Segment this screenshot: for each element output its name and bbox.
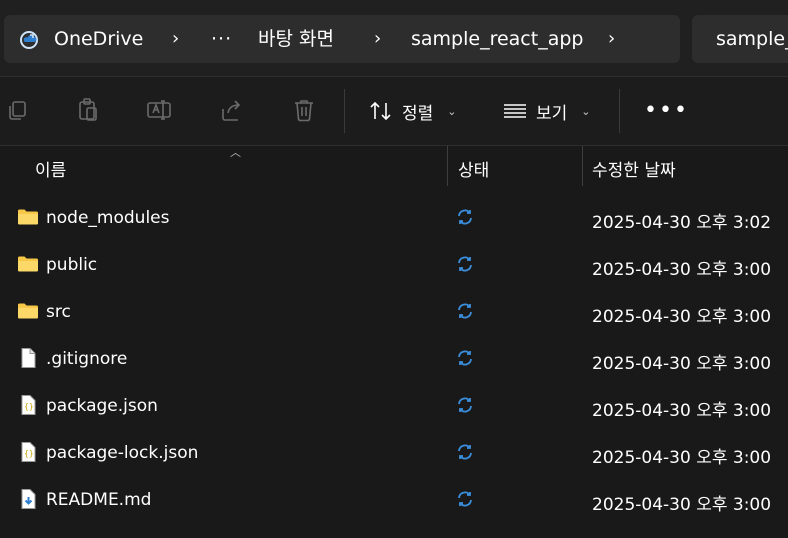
list-item[interactable]: {} package-lock.json 2025-04-30 오후 3:00 [0, 431, 788, 478]
list-item[interactable]: public 2025-04-30 오후 3:00 [0, 243, 788, 290]
modified-date: 2025-04-30 오후 3:00 [592, 495, 772, 515]
file-name: .gitignore [46, 349, 128, 369]
breadcrumb-current-folder[interactable]: sample_react_app [411, 27, 583, 51]
breadcrumb-chevron-icon[interactable]: › [172, 27, 179, 51]
share-button[interactable] [218, 96, 246, 124]
sync-icon [458, 303, 472, 319]
sync-icon [458, 491, 472, 507]
delete-button[interactable] [290, 96, 318, 124]
toolbar-divider [344, 89, 345, 133]
list-item[interactable]: node_modules 2025-04-30 오후 3:02 [0, 196, 788, 243]
breadcrumb-chevron-icon[interactable]: › [374, 27, 381, 51]
rename-icon [147, 100, 171, 120]
view-button[interactable]: 보기 ⌄ [502, 97, 591, 125]
breadcrumb-overflow[interactable]: ··· [211, 27, 232, 51]
sync-icon [458, 350, 472, 366]
breadcrumb-desktop[interactable]: 바탕 화면 [258, 27, 334, 51]
svg-text:{}: {} [24, 449, 34, 458]
svg-text:{}: {} [24, 402, 34, 411]
breadcrumb-chevron-icon[interactable]: › [608, 27, 615, 51]
list-item[interactable]: .gitignore 2025-04-30 오후 3:00 [0, 337, 788, 384]
sync-icon [458, 444, 472, 460]
column-header: ︿ 이름 상태 수정한 날짜 [0, 146, 788, 188]
rename-button[interactable] [145, 96, 173, 124]
file-name: README.md [46, 490, 152, 510]
column-divider[interactable] [582, 146, 583, 186]
onedrive-icon [20, 31, 38, 49]
delete-icon [295, 100, 313, 122]
paste-icon [79, 98, 97, 121]
sync-icon [458, 209, 472, 225]
search-box[interactable]: sample_ [692, 15, 788, 63]
file-name: node_modules [46, 208, 170, 228]
list-item[interactable]: src 2025-04-30 오후 3:00 [0, 290, 788, 337]
copy-button[interactable] [4, 96, 32, 124]
chevron-down-icon: ⌄ [447, 104, 457, 118]
file-name: public [46, 255, 98, 275]
modified-date: 2025-04-30 오후 3:02 [592, 213, 772, 233]
column-modified[interactable]: 수정한 날짜 [592, 156, 676, 181]
modified-date: 2025-04-30 오후 3:00 [592, 307, 772, 327]
column-status[interactable]: 상태 [458, 156, 489, 181]
sort-ascending-icon: ︿ [230, 146, 241, 159]
file-list: node_modules 2025-04-30 오후 3:02 public 2… [0, 196, 788, 525]
view-label: 보기 [536, 103, 568, 124]
json-file-icon: {} [21, 395, 36, 415]
json-file-icon: {} [21, 442, 36, 462]
toolbar-divider [619, 89, 620, 133]
search-box-text: sample_ [716, 28, 788, 50]
modified-date: 2025-04-30 오후 3:00 [592, 401, 772, 421]
sort-button[interactable]: 정렬 ⌄ [368, 97, 457, 125]
column-divider[interactable] [447, 146, 448, 186]
file-name: package-lock.json [46, 443, 199, 463]
list-item[interactable]: README.md 2025-04-30 오후 3:00 [0, 478, 788, 525]
sort-label: 정렬 [402, 103, 434, 124]
folder-icon [18, 303, 38, 319]
list-item[interactable]: {} package.json 2025-04-30 오후 3:00 [0, 384, 788, 431]
address-bar: OneDrive › ··· 바탕 화면 › sample_react_app … [0, 0, 788, 77]
view-icon [504, 104, 526, 118]
sort-icon [370, 101, 391, 121]
breadcrumb-onedrive[interactable]: OneDrive [54, 27, 143, 51]
column-name[interactable]: 이름 [35, 156, 66, 181]
share-icon [222, 100, 241, 121]
copy-icon [9, 101, 26, 120]
file-icon [21, 348, 36, 368]
folder-icon [18, 256, 38, 272]
more-options-button[interactable]: ••• [644, 98, 689, 123]
markdown-file-icon [21, 489, 36, 509]
chevron-down-icon: ⌄ [581, 104, 591, 118]
sync-icon [458, 397, 472, 413]
folder-icon [18, 209, 38, 225]
modified-date: 2025-04-30 오후 3:00 [592, 354, 772, 374]
modified-date: 2025-04-30 오후 3:00 [592, 260, 772, 280]
sync-icon [458, 256, 472, 272]
modified-date: 2025-04-30 오후 3:00 [592, 448, 772, 468]
paste-button[interactable] [74, 96, 102, 124]
command-bar: 정렬 ⌄ 보기 ⌄ ••• [0, 77, 788, 146]
file-name: package.json [46, 396, 158, 416]
file-name: src [46, 302, 71, 322]
